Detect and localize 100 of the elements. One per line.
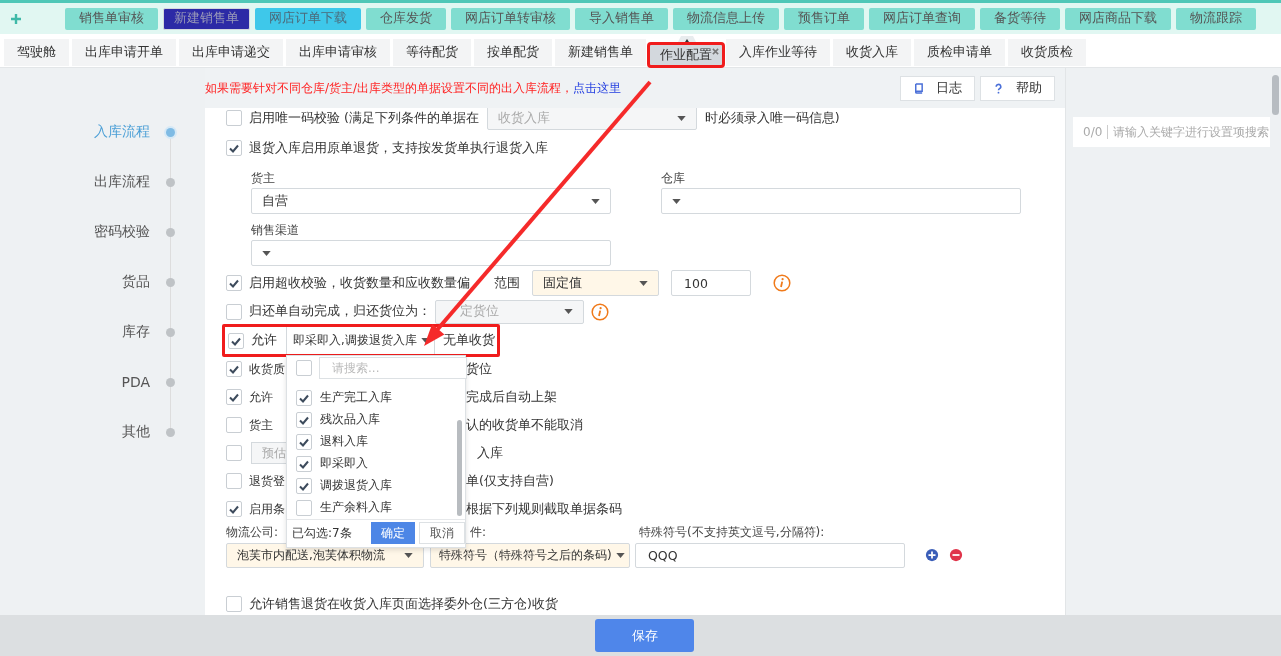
setting-label: 退货入库启用原单退货，支持按发货单执行退货入库	[249, 139, 548, 157]
checkbox[interactable]	[226, 140, 242, 156]
scrollbar[interactable]	[457, 419, 462, 516]
nav-button[interactable]: 物流跟踪	[1176, 7, 1256, 30]
tab[interactable]: 等待配货	[393, 39, 471, 66]
setting-label: 单(仅支持自营)	[466, 472, 554, 490]
sidebar-item[interactable]: PDA	[0, 374, 150, 390]
confirm-button[interactable]: 确定	[371, 522, 415, 545]
nav-button[interactable]: 仓库发货	[366, 7, 446, 30]
nav-button[interactable]: 网店商品下载	[1065, 7, 1171, 30]
nav-button[interactable]: 网店订单查询	[869, 7, 975, 30]
setting-label: 货位	[466, 360, 492, 378]
field-label: 仓库	[661, 170, 686, 187]
sidebar-item[interactable]: 出库流程	[0, 173, 150, 191]
checkbox[interactable]	[226, 361, 242, 377]
caret-icon	[262, 250, 271, 256]
sidebar-item[interactable]: 密码校验	[0, 223, 150, 241]
tab[interactable]: 按单配货	[474, 39, 552, 66]
nav-button[interactable]: 导入销售单	[575, 7, 668, 30]
setting-label: 入库	[477, 444, 503, 462]
close-icon[interactable]	[712, 48, 719, 55]
select-field[interactable]	[251, 240, 611, 266]
tab[interactable]: 收货质检	[1008, 39, 1086, 66]
caret-icon	[564, 309, 573, 314]
option-label[interactable]: 退料入库	[320, 433, 368, 451]
option-label[interactable]: 残次品入库	[320, 411, 380, 429]
select-field[interactable]: 特殊符号（特殊符号之后的条码)	[430, 542, 630, 568]
tab[interactable]: 质检申请单	[914, 39, 1005, 66]
checkbox[interactable]	[226, 110, 242, 126]
checkbox[interactable]	[226, 501, 242, 517]
setting-label: 收货质	[249, 360, 285, 378]
link[interactable]: 点击这里	[573, 80, 622, 95]
multi-select[interactable]: 即采即入,调拨退货入库	[286, 327, 435, 354]
tab[interactable]: 驾驶舱	[4, 39, 69, 66]
checkbox[interactable]	[228, 332, 244, 349]
setting-label: 时必须录入唯一码信息)	[704, 109, 840, 127]
tab[interactable]: 新建销售单	[555, 39, 646, 66]
checkbox[interactable]	[296, 411, 312, 428]
checkbox[interactable]	[296, 477, 312, 494]
select-field[interactable]: 固定值	[532, 270, 659, 296]
select-field[interactable]	[661, 188, 1021, 214]
setting-label: 允许	[249, 388, 274, 406]
tab[interactable]: 作业配置	[649, 44, 723, 66]
option-label[interactable]: 调拨退货入库	[320, 477, 392, 495]
setting-label: 范围	[494, 274, 520, 292]
setting-label: 允许销售退货在收货入库页面选择委外仓(三方仓)收货	[249, 595, 558, 613]
checkbox[interactable]	[226, 473, 242, 489]
sidebar-item[interactable]: 库存	[0, 323, 150, 341]
setting-label: 允许	[251, 332, 277, 349]
toolbar-button[interactable]: 日志	[900, 75, 975, 101]
nav-button[interactable]: 物流信息上传	[673, 7, 779, 30]
tab[interactable]: 收货入库	[833, 39, 911, 66]
checkbox[interactable]	[226, 389, 242, 405]
search-field[interactable]: 请搜索...	[319, 356, 467, 379]
tab[interactable]: 出库申请递交	[179, 39, 283, 66]
info-icon[interactable]	[591, 302, 609, 321]
match-count: 0/0	[1073, 125, 1109, 139]
selected-count: 已勾选:7条	[292, 524, 353, 542]
checkbox[interactable]	[296, 499, 312, 516]
setting-label: 归还单自动完成，归还货位为：	[249, 303, 431, 320]
field-label: 货主	[251, 170, 276, 187]
scrollbar[interactable]	[1272, 75, 1279, 115]
option-label[interactable]: 生产完工入库	[320, 389, 392, 407]
checkbox[interactable]	[226, 303, 242, 320]
option-label[interactable]: 生产余料入库	[320, 499, 392, 517]
nav-button[interactable]: 销售单审核	[65, 7, 158, 30]
nav-button[interactable]: 预售订单	[784, 7, 864, 30]
checkbox[interactable]	[296, 359, 312, 376]
remove-icon[interactable]	[949, 548, 963, 562]
input-field[interactable]: 100	[671, 270, 751, 296]
checkbox[interactable]	[226, 596, 242, 612]
nav-button[interactable]: 网店订单转审核	[451, 7, 570, 30]
sidebar-item[interactable]: 其他	[0, 423, 150, 441]
add-icon[interactable]	[925, 548, 939, 562]
nav-button[interactable]: 备货等待	[980, 7, 1060, 30]
nav-button[interactable]: 新建销售单	[163, 7, 250, 30]
input-field[interactable]: QQQ	[635, 542, 905, 568]
info-icon[interactable]	[773, 274, 791, 292]
setting-label: 启用超收校验，收货数量和应收数量偏	[249, 274, 470, 292]
setting-label: 无单收货	[443, 332, 495, 349]
checkbox[interactable]	[296, 455, 312, 472]
tab[interactable]: 出库申请审核	[286, 39, 390, 66]
checkbox[interactable]	[226, 417, 242, 433]
option-label[interactable]: 即采即入	[320, 455, 368, 473]
checkbox[interactable]	[226, 445, 242, 461]
setting-label: 货主	[249, 416, 274, 434]
select-field[interactable]: 自营	[251, 188, 611, 214]
caret-icon	[676, 115, 686, 121]
setting-label: 启用条	[249, 500, 285, 518]
save-button[interactable]: 保存	[595, 619, 694, 652]
tab[interactable]: 入库作业等待	[726, 39, 830, 66]
checkbox[interactable]	[296, 389, 312, 406]
checkbox[interactable]	[296, 433, 312, 450]
cancel-button[interactable]: 取消	[419, 522, 465, 545]
tab[interactable]: 出库申请开单	[72, 39, 176, 66]
toolbar-button[interactable]: 帮助	[980, 75, 1055, 101]
checkbox[interactable]	[226, 275, 242, 291]
sidebar-item[interactable]: 货品	[0, 273, 150, 291]
caret-icon	[672, 198, 681, 204]
notice-text: 如果需要针对不同仓库/货主/出库类型的单据设置不同的出入库流程，点击这里	[205, 79, 622, 97]
